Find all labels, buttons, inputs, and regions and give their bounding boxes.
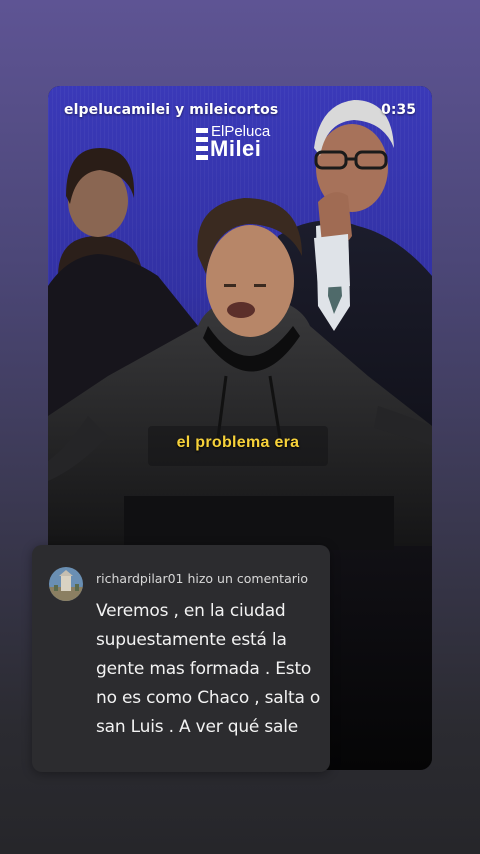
- video-caption: el problema era: [176, 434, 300, 451]
- comment-text: Veremos , en la ciudad supuestamente est…: [96, 601, 321, 737]
- story-username[interactable]: elpelucamilei y mileicortos: [64, 102, 278, 118]
- logo-stripes-icon: [196, 128, 208, 160]
- comment-card[interactable]: richardpilar01 hizo un comentario Veremo…: [32, 545, 330, 772]
- logo-bottom-text: Milei: [210, 136, 262, 161]
- avatar-landscape-icon: [49, 567, 83, 601]
- story-timer: 0:35: [381, 102, 416, 118]
- commenter-avatar[interactable]: [49, 567, 83, 601]
- elpeluca-milei-logo: ElPeluca Milei: [196, 124, 290, 164]
- comment-header: richardpilar01 hizo un comentario: [96, 571, 309, 586]
